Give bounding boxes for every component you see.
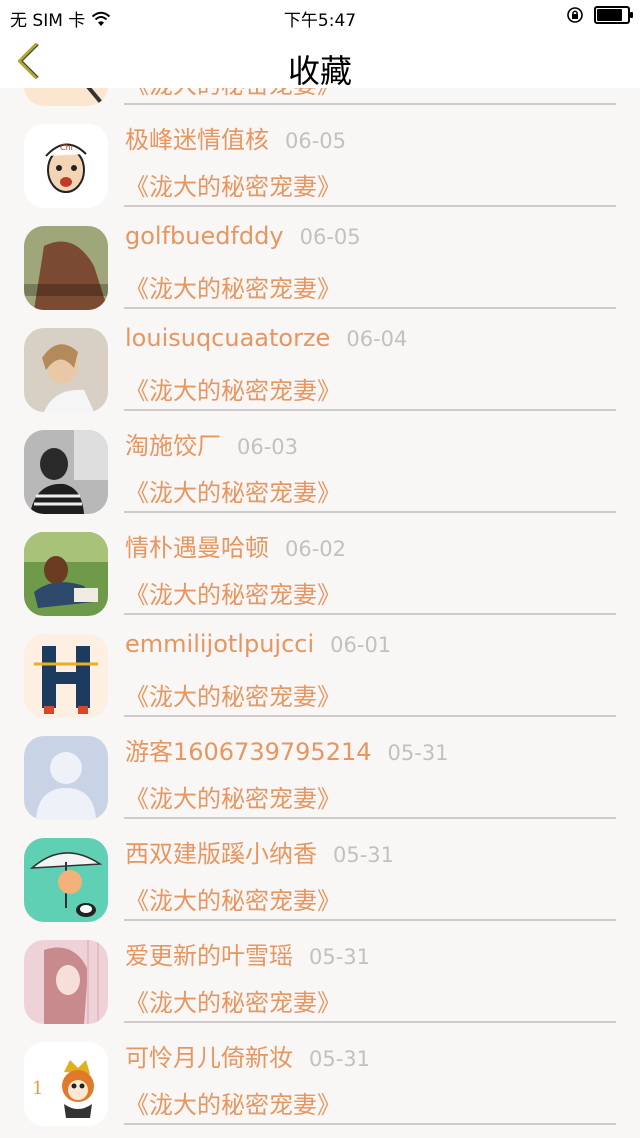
divider	[124, 1123, 616, 1125]
navigation-bar: 收藏	[0, 32, 640, 90]
item-book-title: 《泷大的秘密宠妻》	[125, 275, 341, 303]
list-item[interactable]: 淘施饺厂 06-03 《泷大的秘密宠妻》	[0, 408, 640, 514]
status-right	[566, 6, 633, 24]
list-item[interactable]: golfbuedfddy 06-05 《泷大的秘密宠妻》	[0, 204, 640, 310]
list-item[interactable]: 游客1606739795214 05-31 《泷大的秘密宠妻》	[0, 714, 640, 820]
orientation-lock-icon	[567, 7, 583, 23]
item-date: 06-05	[299, 225, 361, 249]
item-date: 06-05	[285, 129, 347, 153]
item-book-title: 《泷大的秘密宠妻》	[125, 479, 341, 507]
item-name: golfbuedfddy 06-05	[125, 222, 361, 250]
battery-icon	[594, 6, 633, 24]
item-date: 05-31	[333, 843, 395, 867]
item-date: 05-31	[309, 1047, 371, 1071]
status-time: 下午5:47	[283, 11, 357, 31]
item-name: 极峰迷情值核 06-05	[125, 126, 347, 154]
avatar	[24, 736, 108, 820]
avatar	[24, 940, 108, 1024]
item-book-title: 《泷大的秘密宠妻》	[125, 1091, 341, 1119]
item-date: 06-03	[237, 435, 299, 459]
item-book-title: 《泷大的秘密宠妻》	[125, 989, 341, 1017]
avatar: Chi	[24, 124, 108, 208]
item-book-title: 《泷大的秘密宠妻》	[125, 377, 341, 405]
avatar	[24, 634, 108, 718]
list-item[interactable]: louisuqcuaatorze 06-04 《泷大的秘密宠妻》	[0, 306, 640, 412]
item-name: emmilijotlpujcci 06-01	[125, 630, 392, 658]
item-book-title: 《泷大的秘密宠妻》	[125, 785, 341, 813]
list-item[interactable]: emmilijotlpujcci 06-01 《泷大的秘密宠妻》	[0, 612, 640, 718]
avatar	[24, 838, 108, 922]
item-date: 06-02	[285, 537, 347, 561]
list-item[interactable]: 情朴遇曼哈顿 06-02 《泷大的秘密宠妻》	[0, 510, 640, 616]
item-date: 05-31	[387, 741, 449, 765]
item-book-title: 《泷大的秘密宠妻》	[125, 173, 341, 201]
item-book-title: 《泷大的秘密宠妻》	[125, 581, 341, 609]
list-item[interactable]: 1 可怜月儿倚新妆 05-31 《泷大的秘密宠妻》	[0, 1020, 640, 1126]
svg-text:Chi: Chi	[60, 143, 73, 152]
item-name: 游客1606739795214 05-31	[125, 738, 449, 766]
item-date: 06-01	[330, 633, 392, 657]
item-book-title: 《泷大的秘密宠妻》	[125, 887, 341, 915]
avatar	[24, 328, 108, 412]
item-date: 05-31	[309, 945, 371, 969]
item-name: louisuqcuaatorze 06-04	[125, 324, 408, 352]
avatar	[24, 532, 108, 616]
item-name: 可怜月儿倚新妆 05-31	[125, 1044, 371, 1072]
avatar: 1	[24, 1042, 108, 1126]
list-item[interactable]: 西双建版蹊小纳香 05-31 《泷大的秘密宠妻》	[0, 816, 640, 922]
favorites-list[interactable]: 《泷大的秘密宠妻》 Chi 极峰迷情值核06-05 《泷大的秘密宠妻》 golf…	[0, 88, 640, 1138]
item-date: 06-04	[346, 327, 408, 351]
avatar	[24, 226, 108, 310]
item-name: 情朴遇曼哈顿 06-02	[125, 534, 347, 562]
item-name: 西双建版蹊小纳香 05-31	[125, 840, 395, 868]
list-item[interactable]: 爱更新的叶雪瑶 05-31 《泷大的秘密宠妻》	[0, 918, 640, 1024]
page-title: 收藏	[287, 52, 352, 90]
item-book-title: 《泷大的秘密宠妻》	[125, 683, 341, 711]
avatar	[24, 430, 108, 514]
item-name: 爱更新的叶雪瑶 05-31	[125, 942, 371, 970]
svg-text:1: 1	[32, 1078, 43, 1099]
status-bar: 无 SIM 卡 下午5:47	[0, 0, 640, 32]
item-name: 淘施饺厂 06-03	[125, 432, 299, 460]
list-item[interactable]: Chi 极峰迷情值核 06-05 《泷大的秘密宠妻》	[0, 102, 640, 208]
